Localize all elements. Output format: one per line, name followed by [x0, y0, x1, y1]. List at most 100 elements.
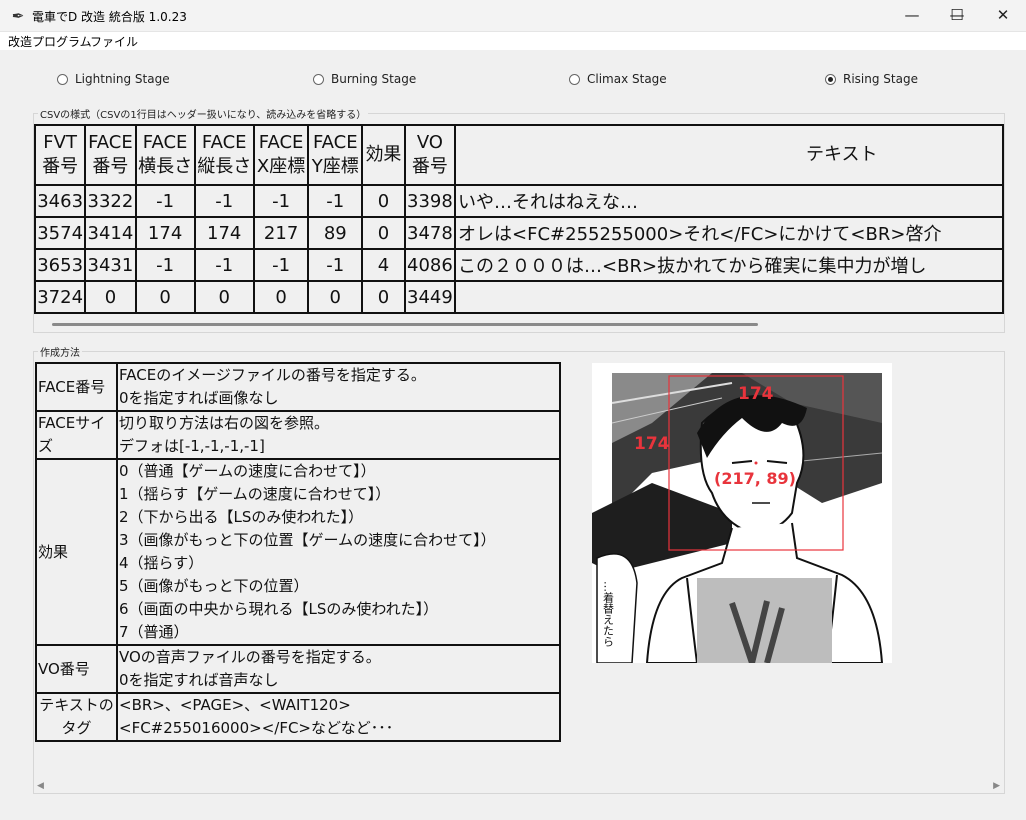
- csv-cell: -1: [193, 248, 255, 282]
- maximize-button[interactable]: ☐: [934, 0, 980, 32]
- close-button[interactable]: ✕: [980, 0, 1026, 32]
- face-crop-figure: 174 174 (217, 89) …着替えたら: [592, 363, 892, 663]
- csv-cell: いや…それはねえな…: [454, 184, 1004, 218]
- radio-label: Lightning Stage: [75, 72, 170, 86]
- minimize-button-2[interactable]: —: [889, 0, 935, 32]
- menu-file[interactable]: ファイル: [90, 33, 138, 50]
- method-row: VO番号 VOの音声ファイルの番号を指定する。 0を指定すれば音声なし: [35, 644, 561, 694]
- method-line: 6（画面の中央から現れる【LSのみ使われた】）: [119, 600, 439, 618]
- csv-cell: 3449: [403, 280, 457, 314]
- method-row: テキストの タグ <BR>、<PAGE>、<WAIT120> <FC#25501600…: [35, 692, 561, 742]
- scroll-right-arrow-icon[interactable]: ▶: [993, 778, 1000, 794]
- csv-cell: 3398: [403, 184, 457, 218]
- radio-label: Rising Stage: [843, 72, 918, 86]
- csv-cell: 3414: [84, 216, 137, 250]
- radio-burning-stage[interactable]: Burning Stage: [313, 70, 416, 88]
- header-cell: FACE X座標: [252, 124, 310, 186]
- csv-header-row: FVT 番号 FACE 番号 FACE 横長さ FACE 縦長さ FACE X座標 FAC…: [34, 124, 1004, 186]
- radio-indicator[interactable]: [57, 73, 68, 85]
- radio-indicator-selected[interactable]: [825, 73, 836, 85]
- csv-cell: 3653: [34, 248, 87, 282]
- method-value-cell: 0（普通【ゲームの速度に合わせて】） 1（揺らす【ゲームの速度に合わせて】） 2（下…: [116, 458, 561, 646]
- csv-cell: この２０００は…<BR>抜かれてから確実に集中力が増し: [454, 248, 1004, 282]
- method-key-text: タグ: [61, 719, 92, 737]
- method-value-cell: 切り取り方法は右の図を参照。 デフォは[-1,-1,-1,-1]: [116, 410, 561, 460]
- csv-cell: 3724: [34, 280, 87, 314]
- method-table: FACE番号 FACEのイメージファイルの番号を指定する。 0を指定すれば画像なし F…: [35, 362, 561, 742]
- method-line: VOの音声ファイルの番号を指定する。: [119, 648, 381, 666]
- radio-lightning-stage[interactable]: Lightning Stage: [57, 70, 170, 88]
- method-value-cell: <BR>、<PAGE>、<WAIT120> <FC#255016000></FC>…: [116, 692, 561, 742]
- radio-indicator[interactable]: [313, 73, 324, 85]
- method-row: FACE番号 FACEのイメージファイルの番号を指定する。 0を指定すれば画像なし: [35, 362, 561, 412]
- header-cell: テキスト: [454, 124, 1004, 186]
- csv-cell: 217: [252, 216, 310, 250]
- menu-modify-program[interactable]: 改造プログラム: [8, 33, 92, 50]
- method-value-cell: VOの音声ファイルの番号を指定する。 0を指定すれば音声なし: [116, 644, 561, 694]
- method-value-cell: FACEのイメージファイルの番号を指定する。 0を指定すれば画像なし: [116, 362, 561, 412]
- csv-data-row: 3653 3431 -1 -1 -1 -1 4 4086 この２０００は…<BR>抜かれてから確…: [34, 248, 1004, 282]
- csv-cell: 3431: [84, 248, 137, 282]
- csv-group-label: CSVの様式（CSVの1行目はヘッダー扱いになり、読み込みを省略する）: [38, 106, 369, 121]
- radio-rising-stage[interactable]: Rising Stage: [825, 70, 918, 88]
- radio-label: Burning Stage: [331, 72, 417, 86]
- method-line: <FC#255016000></FC>などなど･･･: [119, 719, 394, 737]
- csv-cell: 0: [252, 280, 310, 314]
- csv-cell: -1: [193, 184, 255, 218]
- radio-indicator[interactable]: [569, 73, 580, 85]
- radio-label: Climax Stage: [587, 72, 667, 86]
- method-key-text: FACEサイズ: [38, 414, 106, 455]
- csv-cell: 3322: [84, 184, 137, 218]
- csv-cell: -1: [252, 248, 310, 282]
- crop-height-label: 174: [634, 434, 670, 454]
- method-line: 7（普通）: [119, 623, 189, 641]
- method-line: 1（揺らす【ゲームの速度に合わせて】）: [119, 485, 391, 503]
- csv-cell: 0: [84, 280, 137, 314]
- method-line: 0を指定すれば音声なし: [119, 671, 279, 689]
- method-key-text: FACE番号: [38, 377, 106, 396]
- csv-cell: 0: [361, 216, 406, 250]
- menu-bar: 改造プログラム ファイル: [0, 32, 1026, 50]
- csv-data-row: 3463 3322 -1 -1 -1 -1 0 3398 いや…それはねえな…: [34, 184, 1004, 218]
- title-bar: ✒ 電車でD 改造 統合版 1.0.23 — — ☐ ✕: [0, 0, 1026, 32]
- method-key-text: VO番号: [38, 659, 90, 678]
- csv-cell: 0: [193, 280, 255, 314]
- csv-cell: 3478: [403, 216, 457, 250]
- feather-icon: ✒: [11, 7, 25, 25]
- csv-data-row: 3724 0 0 0 0 0 0 3449: [34, 280, 1004, 314]
- method-line: 3（画像がもっと下の位置【ゲームの速度に合わせて】）: [119, 531, 496, 549]
- crop-coord-label: (217, 89): [714, 469, 796, 488]
- scroll-left-arrow-icon[interactable]: ◀: [37, 778, 44, 794]
- method-line: 4（揺らす）: [119, 554, 204, 572]
- method-line: 切り取り方法は右の図を参照。: [119, 414, 330, 432]
- header-cell: FVT 番号: [34, 124, 87, 186]
- csv-cell: 0: [307, 280, 364, 314]
- method-line: 0を指定すれば画像なし: [119, 389, 279, 407]
- csv-cell: -1: [307, 248, 364, 282]
- method-key-cell: FACE番号: [35, 362, 118, 412]
- method-line: <BR>、<PAGE>、<WAIT120>: [119, 696, 351, 714]
- csv-cell: -1: [307, 184, 364, 218]
- method-row: 効果 0（普通【ゲームの速度に合わせて】） 1（揺らす【ゲームの速度に合わせて】） 2…: [35, 458, 561, 646]
- method-key-cell: テキストの タグ: [35, 692, 118, 742]
- csv-data-row: 3574 3414 174 174 217 89 0 3478 オレは<FC#255255000…: [34, 216, 1004, 250]
- method-key-cell: FACEサイズ: [35, 410, 118, 460]
- radio-climax-stage[interactable]: Climax Stage: [569, 70, 667, 88]
- method-key-text: テキストの: [39, 696, 114, 714]
- header-cell: 効果: [361, 124, 406, 186]
- speech-bubble-text: …着替えたら: [602, 581, 615, 647]
- header-cell: FACE 番号: [84, 124, 137, 186]
- csv-table-viewport: FVT 番号 FACE 番号 FACE 横長さ FACE 縦長さ FACE X座標 FAC…: [34, 124, 1004, 316]
- method-key-cell: 効果: [35, 458, 118, 646]
- method-line: FACEのイメージファイルの番号を指定する。: [119, 366, 426, 384]
- method-line: 2（下から出る【LSのみ使われた】）: [119, 508, 364, 526]
- csv-cell: [454, 280, 1004, 314]
- csv-cell: -1: [252, 184, 310, 218]
- csv-cell: 174: [193, 216, 255, 250]
- method-row: FACEサイズ 切り取り方法は右の図を参照。 デフォは[-1,-1,-1,-1]: [35, 410, 561, 460]
- csv-scrollbar[interactable]: [52, 323, 758, 326]
- method-key-cell: VO番号: [35, 644, 118, 694]
- manga-illustration: 174 174 (217, 89) …着替えたら: [592, 363, 892, 663]
- csv-cell: 0: [134, 280, 196, 314]
- bottom-scrollbar[interactable]: ◀ ▶: [33, 778, 1004, 794]
